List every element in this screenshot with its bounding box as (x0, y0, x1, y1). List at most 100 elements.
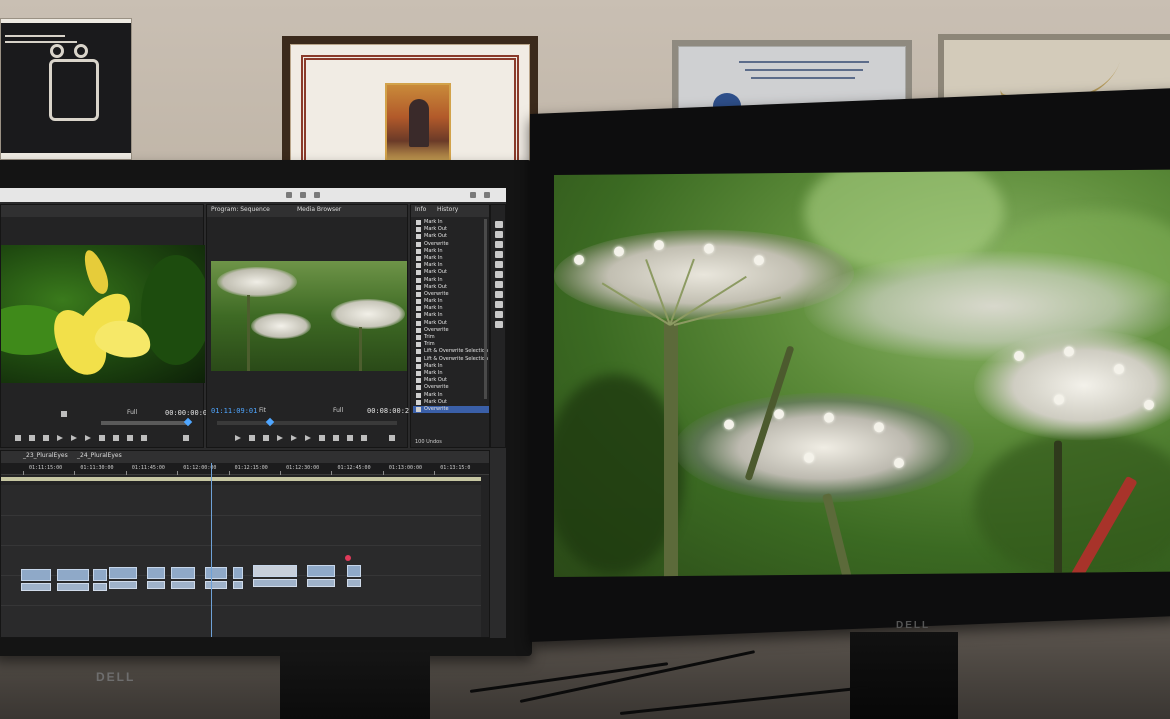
history-item[interactable]: Mark Out (413, 233, 489, 240)
go-to-in-button[interactable] (263, 435, 269, 441)
history-item[interactable]: Mark Out (413, 320, 489, 327)
timeline-marker[interactable] (345, 555, 351, 561)
tab-info[interactable]: Info (415, 206, 426, 213)
menu-icon[interactable] (484, 192, 490, 198)
insert-button[interactable] (113, 435, 119, 441)
history-item[interactable]: Mark In (413, 363, 489, 370)
history-item[interactable]: Mark In (413, 255, 489, 262)
history-item[interactable]: Mark Out (413, 226, 489, 233)
mark-out-button[interactable] (29, 435, 35, 441)
program-scrollbar[interactable] (217, 421, 397, 425)
history-item[interactable]: Mark In (413, 370, 489, 377)
audio-clip[interactable] (109, 581, 137, 589)
history-item[interactable]: Overwrite (413, 384, 489, 391)
rolling-edit-tool-icon[interactable] (495, 251, 503, 258)
razor-tool-icon[interactable] (495, 271, 503, 278)
audio-clip[interactable] (171, 581, 195, 589)
video-clip[interactable] (147, 567, 165, 579)
audio-clip[interactable] (233, 581, 243, 589)
history-item[interactable]: Mark Out (413, 377, 489, 384)
audio-clip[interactable] (21, 583, 51, 591)
track-select-tool-icon[interactable] (495, 231, 503, 238)
video-clip[interactable] (21, 569, 51, 581)
step-back-button[interactable] (57, 435, 63, 441)
history-item[interactable]: Mark In (413, 219, 489, 226)
video-clip[interactable] (109, 567, 137, 579)
audio-clip[interactable] (93, 583, 107, 591)
go-to-in-button[interactable] (43, 435, 49, 441)
history-item[interactable]: Lift & Overwrite Selection (413, 356, 489, 363)
overwrite-button[interactable] (127, 435, 133, 441)
ripple-edit-tool-icon[interactable] (495, 241, 503, 248)
tab-program-sequence[interactable]: Program: Sequence (211, 206, 270, 213)
export-frame-button[interactable] (361, 435, 367, 441)
step-back-button[interactable] (277, 435, 283, 441)
audio-clip[interactable] (307, 579, 335, 587)
history-item[interactable]: Overwrite (413, 241, 489, 248)
mark-in-button[interactable] (15, 435, 21, 441)
history-item[interactable]: Overwrite (413, 327, 489, 334)
add-button[interactable] (183, 435, 189, 441)
rate-stretch-tool-icon[interactable] (495, 261, 503, 268)
video-clip[interactable] (307, 565, 335, 577)
program-fit-select[interactable]: Fit (259, 407, 266, 414)
timeline-playhead[interactable] (211, 463, 212, 637)
add-button[interactable] (389, 435, 395, 441)
history-item[interactable]: Mark Out (413, 399, 489, 406)
history-item[interactable]: Trim (413, 341, 489, 348)
history-item[interactable]: Overwrite (413, 291, 489, 298)
history-item[interactable]: Mark In (413, 262, 489, 269)
source-zoom-scrollbar[interactable] (101, 421, 189, 425)
tab-sequence-23[interactable]: _23_PluralEyes (23, 452, 68, 459)
audio-clip[interactable] (205, 581, 227, 589)
work-area-bar[interactable] (1, 477, 481, 481)
slide-tool-icon[interactable] (495, 291, 503, 298)
video-clip[interactable] (233, 567, 243, 579)
history-item[interactable]: Mark In (413, 298, 489, 305)
menu-icon[interactable] (314, 192, 320, 198)
extract-button[interactable] (347, 435, 353, 441)
video-clip[interactable] (93, 569, 107, 581)
history-item[interactable]: Mark In (413, 277, 489, 284)
settings-icon[interactable] (61, 411, 67, 417)
track-area[interactable] (1, 485, 481, 637)
step-forward-button[interactable] (85, 435, 91, 441)
video-clip[interactable] (205, 567, 227, 579)
play-button[interactable] (291, 435, 297, 441)
menu-icon[interactable] (470, 192, 476, 198)
history-item[interactable]: Mark Out (413, 269, 489, 276)
history-item[interactable]: Mark In (413, 392, 489, 399)
hand-tool-icon[interactable] (495, 311, 503, 318)
video-clip[interactable] (171, 567, 195, 579)
lift-button[interactable] (333, 435, 339, 441)
program-zoom-select[interactable]: Full (333, 407, 343, 414)
program-timecode[interactable]: 01:11:09:01 (211, 407, 257, 415)
slip-tool-icon[interactable] (495, 281, 503, 288)
history-item[interactable]: Mark In (413, 312, 489, 319)
audio-clip[interactable] (347, 579, 361, 587)
tab-history[interactable]: History (437, 206, 458, 213)
history-item[interactable]: Mark In (413, 248, 489, 255)
mark-in-button[interactable] (235, 435, 241, 441)
go-to-out-button[interactable] (319, 435, 325, 441)
go-to-out-button[interactable] (99, 435, 105, 441)
history-item[interactable]: Overwrite (413, 405, 489, 414)
history-item[interactable]: Trim (413, 334, 489, 341)
play-button[interactable] (71, 435, 77, 441)
video-clip[interactable] (253, 565, 297, 577)
zoom-tool-icon[interactable] (495, 321, 503, 328)
history-item[interactable]: Mark Out (413, 284, 489, 291)
history-item[interactable]: Mark In (413, 305, 489, 312)
selection-tool-icon[interactable] (495, 221, 503, 228)
history-scrollbar[interactable] (484, 219, 487, 399)
audio-clip[interactable] (253, 579, 297, 587)
tab-sequence-24[interactable]: _24_PluralEyes (77, 452, 122, 459)
mark-out-button[interactable] (249, 435, 255, 441)
menu-icon[interactable] (300, 192, 306, 198)
program-video-frame[interactable] (211, 261, 407, 371)
audio-clip[interactable] (57, 583, 89, 591)
video-clip[interactable] (57, 569, 89, 581)
timeline-ruler[interactable]: 01:11:15:00 01:11:30:00 01:11:45:00 01:12:0… (1, 463, 489, 475)
audio-clip[interactable] (147, 581, 165, 589)
export-frame-button[interactable] (141, 435, 147, 441)
